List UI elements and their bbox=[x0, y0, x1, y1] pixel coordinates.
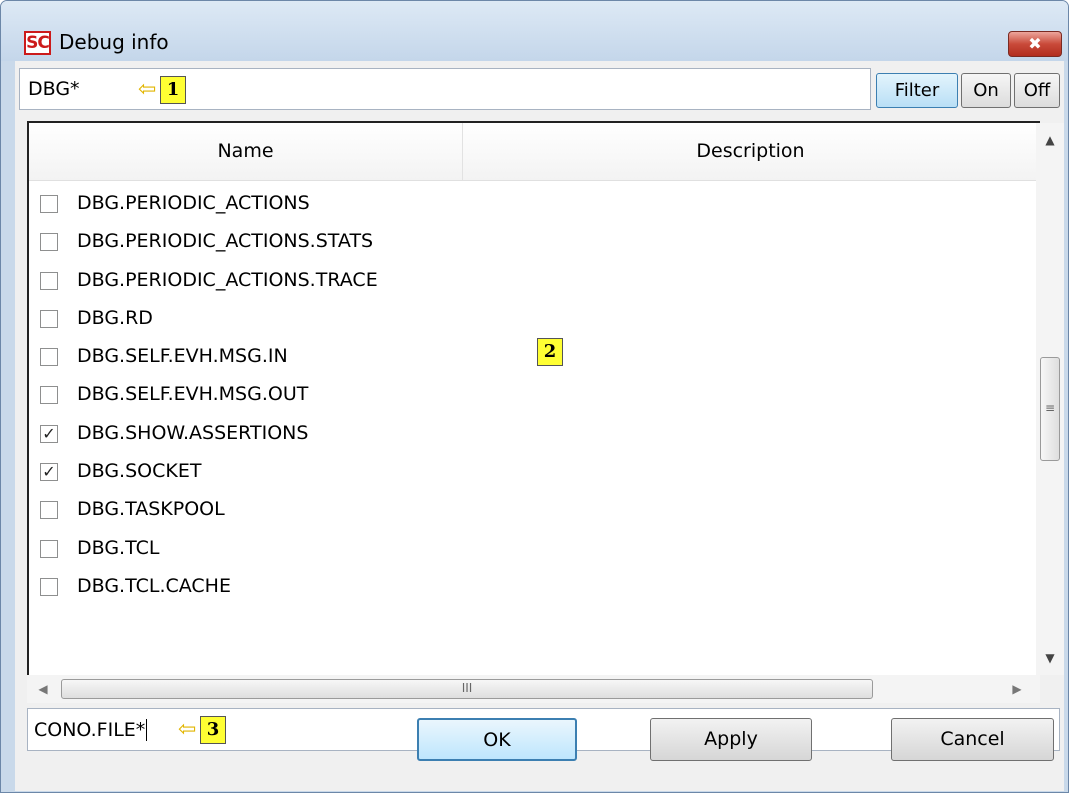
item-checkbox[interactable] bbox=[40, 233, 58, 252]
close-button[interactable]: ✖ bbox=[1008, 31, 1062, 57]
list-item[interactable]: DBG.PERIODIC_ACTIONS.TRACE bbox=[29, 262, 1038, 300]
item-label: DBG.TCL.CACHE bbox=[77, 574, 231, 597]
filter-button[interactable]: Filter bbox=[876, 73, 958, 108]
app-icon: SC bbox=[24, 31, 51, 55]
item-checkbox[interactable] bbox=[40, 539, 58, 558]
list-item[interactable]: DBG.RD bbox=[29, 300, 1038, 338]
scroll-down-icon[interactable]: ▼ bbox=[1036, 645, 1064, 671]
item-label: DBG.PERIODIC_ACTIONS.TRACE bbox=[77, 268, 378, 291]
item-checkbox[interactable] bbox=[40, 348, 58, 367]
grip-icon: ≡ bbox=[1044, 401, 1056, 415]
item-checkbox[interactable]: ✓ bbox=[40, 463, 58, 482]
cancel-button[interactable]: Cancel bbox=[891, 718, 1054, 761]
debug-info-window: SC Debug info ✖ DBG* ⇦ 1 Filter On Off N… bbox=[0, 0, 1069, 793]
list-item[interactable]: DBG.SELF.EVH.MSG.OUT bbox=[29, 376, 1038, 414]
scroll-up-icon[interactable]: ▲ bbox=[1036, 127, 1064, 153]
dialog-client-area: DBG* ⇦ 1 Filter On Off Name Description … bbox=[15, 61, 1064, 791]
item-checkbox[interactable] bbox=[40, 309, 58, 328]
item-label: DBG.SELF.EVH.MSG.OUT bbox=[77, 383, 309, 406]
title-bar[interactable]: SC Debug info ✖ bbox=[1, 1, 1068, 61]
ok-button[interactable]: OK bbox=[417, 718, 577, 761]
window-title: Debug info bbox=[59, 30, 169, 54]
item-checkbox[interactable] bbox=[40, 271, 58, 290]
callout-number: 3 bbox=[200, 716, 226, 744]
pattern-input-value: CONO.FILE* bbox=[34, 719, 148, 741]
list-item[interactable]: DBG.PERIODIC_ACTIONS bbox=[29, 185, 1038, 223]
apply-button[interactable]: Apply bbox=[650, 718, 812, 761]
item-checkbox[interactable] bbox=[40, 577, 58, 596]
item-label: DBG.TCL bbox=[77, 536, 160, 559]
vertical-scrollbar[interactable]: ▲ ≡ ▼ bbox=[1036, 123, 1064, 675]
off-button[interactable]: Off bbox=[1014, 73, 1060, 108]
item-checkbox[interactable] bbox=[40, 501, 58, 520]
vertical-scroll-thumb[interactable]: ≡ bbox=[1040, 357, 1060, 461]
item-checkbox[interactable] bbox=[40, 195, 58, 213]
list-item[interactable]: DBG.TCL bbox=[29, 530, 1038, 568]
item-label: DBG.PERIODIC_ACTIONS.STATS bbox=[77, 230, 374, 253]
list-rows: DBG.PERIODIC_ACTIONS DBG.PERIODIC_ACTIONS… bbox=[29, 185, 1038, 606]
list-item[interactable]: ✓ DBG.SOCKET bbox=[29, 453, 1038, 491]
list-item[interactable]: DBG.PERIODIC_ACTIONS.STATS bbox=[29, 223, 1038, 261]
horizontal-scroll-thumb[interactable]: III bbox=[61, 679, 873, 699]
callout-number: 1 bbox=[160, 76, 186, 104]
filter-input-value: DBG* bbox=[28, 78, 80, 100]
on-button[interactable]: On bbox=[961, 73, 1011, 108]
item-label: DBG.SELF.EVH.MSG.IN bbox=[77, 345, 288, 368]
list-item[interactable]: DBG.SELF.EVH.MSG.IN bbox=[29, 338, 1038, 376]
item-label: DBG.PERIODIC_ACTIONS bbox=[77, 192, 310, 214]
debug-flag-list: Name Description DBG.PERIODIC_ACTIONS DBG… bbox=[27, 121, 1040, 679]
list-item[interactable]: DBG.TCL.CACHE bbox=[29, 568, 1038, 606]
list-header: Name Description bbox=[29, 123, 1038, 181]
item-label: DBG.RD bbox=[77, 306, 153, 329]
item-checkbox[interactable] bbox=[40, 386, 58, 405]
close-icon: ✖ bbox=[1028, 34, 1042, 53]
item-label: DBG.TASKPOOL bbox=[77, 498, 225, 521]
filter-input[interactable]: DBG* ⇦ 1 bbox=[19, 68, 871, 110]
scroll-left-icon[interactable]: ◀ bbox=[31, 675, 55, 703]
list-item[interactable]: DBG.TASKPOOL bbox=[29, 491, 1038, 529]
callout-2: 2 bbox=[537, 338, 563, 366]
grip-icon: III bbox=[461, 681, 473, 695]
callout-arrow-icon: ⇦ bbox=[138, 77, 157, 102]
column-header-description[interactable]: Description bbox=[463, 123, 1038, 180]
callout-arrow-icon: ⇦ bbox=[178, 717, 197, 742]
scroll-right-icon[interactable]: ▶ bbox=[1005, 675, 1029, 703]
list-item[interactable]: ✓ DBG.SHOW.ASSERTIONS bbox=[29, 415, 1038, 453]
item-label: DBG.SHOW.ASSERTIONS bbox=[77, 421, 309, 444]
item-label: DBG.SOCKET bbox=[77, 460, 202, 483]
item-checkbox[interactable]: ✓ bbox=[40, 424, 58, 443]
column-header-name[interactable]: Name bbox=[29, 123, 463, 180]
horizontal-scrollbar[interactable]: ◀ III ▶ bbox=[27, 675, 1040, 703]
